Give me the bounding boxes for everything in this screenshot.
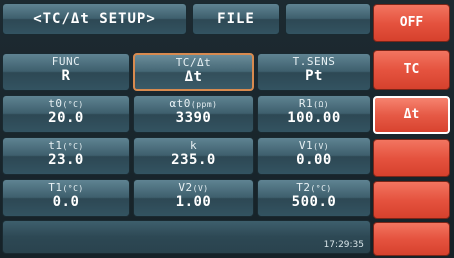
delta-t-button[interactable]: Δt — [373, 96, 450, 134]
tc-dt-value: Δt — [184, 69, 203, 85]
tc-button[interactable]: TC — [373, 50, 450, 90]
v1-field[interactable]: V1(V) 0.00 — [257, 137, 371, 175]
t2-value: 500.0 — [291, 194, 337, 210]
t-sens-field[interactable]: T.SENS Pt — [257, 53, 371, 91]
t0-field[interactable]: t0(°C) 20.0 — [2, 95, 130, 133]
func-value: R — [61, 68, 71, 84]
r1-value: 100.00 — [287, 110, 341, 126]
func-field[interactable]: FUNC R — [2, 53, 130, 91]
alpha-t0-value: 3390 — [175, 110, 212, 126]
t2-field[interactable]: T2(°C) 500.0 — [257, 179, 371, 217]
v2-field[interactable]: V2(V) 1.00 — [133, 179, 254, 217]
k-field[interactable]: k 235.0 — [133, 137, 254, 175]
t-sens-value: Pt — [305, 68, 323, 84]
screen-title: <TC/Δt SETUP> — [2, 3, 187, 35]
alpha-t0-field[interactable]: αt0(ppm) 3390 — [133, 95, 254, 133]
t0-value: 20.0 — [48, 110, 84, 126]
r1-field[interactable]: R1(Ω) 100.00 — [257, 95, 371, 133]
off-button[interactable]: OFF — [373, 4, 450, 42]
status-bar: 17:29:35 — [2, 220, 371, 254]
v1-value: 0.00 — [296, 152, 332, 168]
k-value: 235.0 — [171, 152, 216, 168]
t1-upper-field[interactable]: T1(°C) 0.0 — [2, 179, 130, 217]
file-button[interactable]: FILE — [192, 3, 280, 35]
t1-upper-value: 0.0 — [52, 194, 80, 210]
tc-dt-field[interactable]: TC/Δt Δt — [133, 53, 254, 91]
t1-value: 23.0 — [48, 152, 84, 168]
blank-soft-key-4[interactable] — [373, 139, 450, 177]
touch-screen: <TC/Δt SETUP> FILE FUNC R TC/Δt Δt T.SEN… — [0, 0, 454, 258]
t1-field[interactable]: t1(°C) 23.0 — [2, 137, 130, 175]
clock-time: 17:29:35 — [323, 240, 364, 250]
blank-header-button[interactable] — [285, 3, 371, 35]
v2-value: 1.00 — [175, 194, 212, 210]
blank-soft-key-6[interactable] — [373, 222, 450, 256]
blank-soft-key-5[interactable] — [373, 181, 450, 219]
